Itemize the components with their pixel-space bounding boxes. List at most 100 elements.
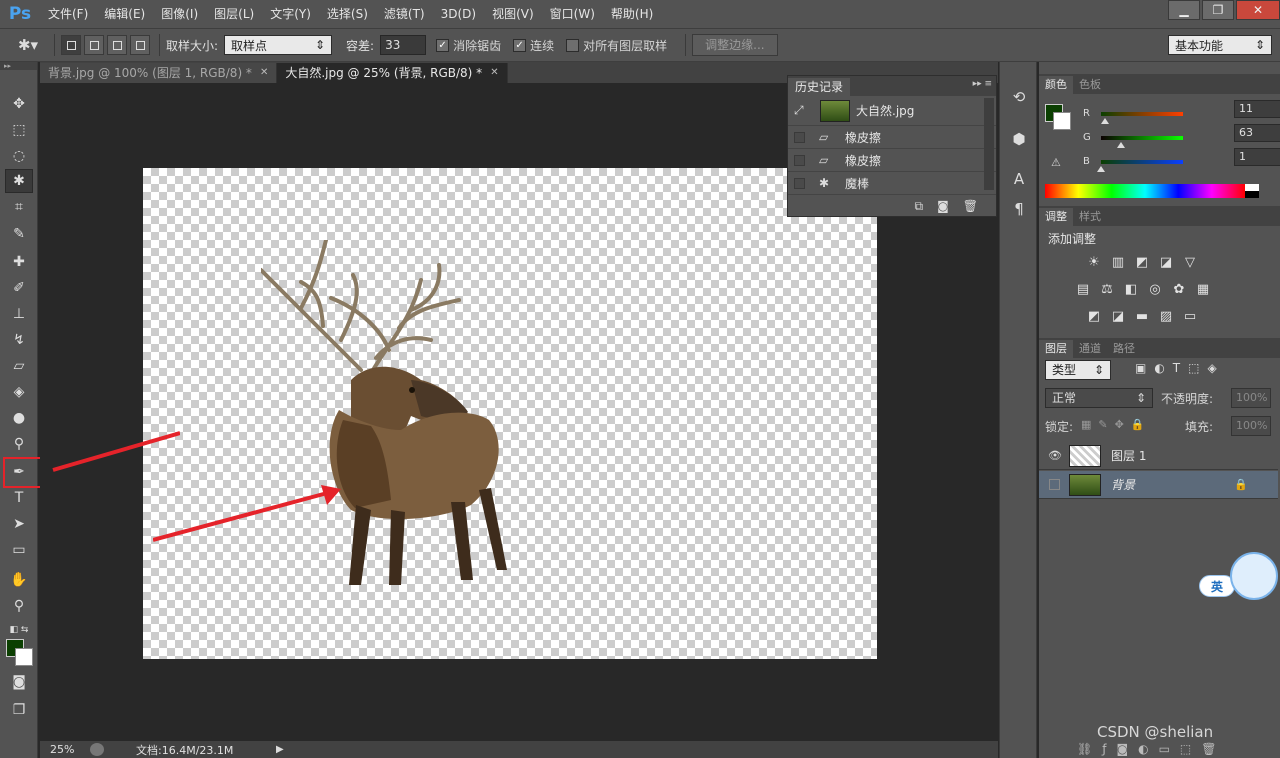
- toolbox-collapse-icon[interactable]: ▸▸: [0, 62, 37, 70]
- zoom-level[interactable]: 25%: [40, 743, 90, 756]
- menu-filter[interactable]: 滤镜(T): [376, 0, 433, 28]
- path-selection-tool-icon[interactable]: ➤: [5, 512, 33, 536]
- history-state-checkbox[interactable]: [794, 177, 805, 189]
- layer-row-layer-1[interactable]: 👁 图层 1: [1039, 442, 1278, 470]
- screen-mode-icon[interactable]: ❐: [5, 698, 33, 722]
- character-panel-icon[interactable]: A: [1007, 168, 1031, 190]
- layers-footer-icons[interactable]: ⛓ƒ◙◐▭⬚🗑: [1077, 742, 1226, 756]
- curves-icon[interactable]: ◩: [1134, 254, 1150, 270]
- history-brush-tool-icon[interactable]: ↯: [5, 328, 33, 352]
- eraser-tool-icon[interactable]: ▱: [5, 354, 33, 378]
- history-state-checkbox[interactable]: [794, 131, 805, 143]
- crop-tool-icon[interactable]: ⌗: [5, 195, 33, 219]
- layer-filter-icons[interactable]: ▣◐T⬚◈: [1135, 361, 1225, 375]
- close-button[interactable]: ✕: [1236, 0, 1280, 20]
- lasso-tool-icon[interactable]: ◌: [5, 144, 33, 168]
- brightness-icon[interactable]: ☀: [1086, 254, 1102, 270]
- tolerance-input[interactable]: 33: [380, 35, 427, 55]
- menu-image[interactable]: 图像(I): [153, 0, 206, 28]
- color-lookup-icon[interactable]: ▦: [1195, 281, 1211, 297]
- subtract-selection-button[interactable]: [107, 35, 127, 55]
- zoom-tool-icon[interactable]: ⚲: [5, 594, 33, 618]
- status-menu-arrow-icon[interactable]: ▶: [276, 744, 284, 755]
- photo-filter-icon[interactable]: ◎: [1147, 281, 1163, 297]
- tab-background-jpg[interactable]: 背景.jpg @ 100% (图层 1, RGB/8) * ✕: [40, 63, 278, 83]
- blue-input[interactable]: 1: [1234, 148, 1280, 166]
- antialias-checkbox[interactable]: ✓ 消除锯齿: [436, 37, 501, 54]
- close-tab-icon[interactable]: ✕: [260, 63, 268, 83]
- dodge-tool-icon[interactable]: ⚲: [5, 432, 33, 456]
- intersect-selection-button[interactable]: [130, 35, 150, 55]
- color-background-swatch[interactable]: [1053, 112, 1071, 130]
- black-white-icon[interactable]: ◧: [1123, 281, 1139, 297]
- 3d-panel-icon[interactable]: ⬢: [1007, 128, 1031, 150]
- tab-styles[interactable]: 样式: [1073, 208, 1107, 226]
- green-slider[interactable]: [1101, 135, 1183, 148]
- black-white-ramp[interactable]: [1245, 184, 1259, 198]
- magic-wand-preset-icon[interactable]: ✱▾: [8, 33, 48, 57]
- fill-input[interactable]: 100%: [1231, 416, 1271, 436]
- color-spectrum[interactable]: [1045, 184, 1245, 198]
- ime-mascot-icon[interactable]: [1230, 552, 1278, 600]
- history-scrollbar[interactable]: [984, 98, 994, 190]
- status-info-icon[interactable]: [90, 743, 104, 756]
- history-item[interactable]: ✱ 魔棒: [788, 172, 996, 195]
- levels-icon[interactable]: ▥: [1110, 254, 1126, 270]
- tab-channels[interactable]: 通道: [1073, 340, 1107, 358]
- tab-layers[interactable]: 图层: [1039, 340, 1073, 358]
- rectangle-tool-icon[interactable]: ▭: [5, 538, 33, 562]
- sample-size-select[interactable]: 取样点 ⇕: [224, 35, 333, 55]
- magic-wand-tool-icon[interactable]: ✱: [5, 169, 33, 193]
- paint-bucket-tool-icon[interactable]: ◈: [5, 380, 33, 404]
- menu-view[interactable]: 视图(V): [484, 0, 542, 28]
- green-slider-handle[interactable]: [1117, 141, 1126, 148]
- selective-color-icon[interactable]: ▨: [1158, 308, 1174, 324]
- new-selection-button[interactable]: [61, 35, 81, 55]
- menu-3d[interactable]: 3D(D): [433, 0, 484, 28]
- gradient-map-icon[interactable]: ▭: [1182, 308, 1198, 324]
- refine-edge-button[interactable]: 调整边缘...: [692, 34, 778, 56]
- document-canvas[interactable]: [143, 168, 877, 659]
- eyedropper-tool-icon[interactable]: ✎: [5, 222, 33, 246]
- clone-stamp-tool-icon[interactable]: ⊥: [5, 302, 33, 326]
- red-slider-handle[interactable]: [1100, 117, 1109, 124]
- lock-options-icons[interactable]: ▦✎✥🔒: [1081, 418, 1152, 431]
- exposure-icon[interactable]: ◪: [1158, 254, 1174, 270]
- tab-history[interactable]: 历史记录: [788, 78, 851, 96]
- visibility-toggle-box[interactable]: [1049, 479, 1060, 490]
- menu-window[interactable]: 窗口(W): [542, 0, 603, 28]
- blue-slider-handle[interactable]: [1097, 165, 1106, 172]
- background-color-swatch[interactable]: [15, 648, 33, 666]
- history-panel-icon[interactable]: ⟲: [1007, 86, 1031, 108]
- close-tab-icon[interactable]: ✕: [490, 63, 498, 83]
- quick-mask-icon[interactable]: ◙: [5, 670, 33, 694]
- menu-edit[interactable]: 编辑(E): [96, 0, 153, 28]
- history-snapshot[interactable]: ⤢ 大自然.jpg: [788, 96, 996, 126]
- panel-menu-icon[interactable]: ▸▸ ≡: [973, 79, 992, 89]
- tab-nature-jpg[interactable]: 大自然.jpg @ 25% (背景, RGB/8) * ✕: [277, 63, 508, 83]
- menu-file[interactable]: 文件(F): [40, 0, 96, 28]
- layer-filter-select[interactable]: 类型 ⇕: [1045, 360, 1111, 380]
- workspace-select[interactable]: 基本功能 ⇕: [1168, 35, 1272, 55]
- menu-layer[interactable]: 图层(L): [206, 0, 262, 28]
- menu-select[interactable]: 选择(S): [319, 0, 376, 28]
- opacity-input[interactable]: 100%: [1231, 388, 1271, 408]
- threshold-icon[interactable]: ▬: [1134, 308, 1150, 324]
- add-selection-button[interactable]: [84, 35, 104, 55]
- hand-tool-icon[interactable]: ✋: [5, 568, 33, 592]
- menu-type[interactable]: 文字(Y): [262, 0, 319, 28]
- sample-all-layers-checkbox[interactable]: 对所有图层取样: [566, 37, 667, 54]
- tab-paths[interactable]: 路径: [1107, 340, 1141, 358]
- new-document-from-state-icon[interactable]: ⧉: [915, 199, 924, 214]
- paragraph-panel-icon[interactable]: ¶: [1007, 198, 1031, 220]
- tab-color[interactable]: 颜色: [1039, 76, 1073, 94]
- channel-mixer-icon[interactable]: ✿: [1171, 281, 1187, 297]
- type-tool-icon[interactable]: T: [5, 486, 33, 510]
- history-state-checkbox[interactable]: [794, 154, 805, 166]
- healing-brush-tool-icon[interactable]: ✚: [5, 250, 33, 274]
- history-item[interactable]: ▱ 橡皮擦: [788, 126, 996, 149]
- camera-icon[interactable]: ◙: [937, 199, 949, 213]
- hue-saturation-icon[interactable]: ▤: [1075, 281, 1091, 297]
- gamut-warning-icon[interactable]: ⚠: [1051, 156, 1061, 169]
- blend-mode-select[interactable]: 正常 ⇕: [1045, 388, 1153, 408]
